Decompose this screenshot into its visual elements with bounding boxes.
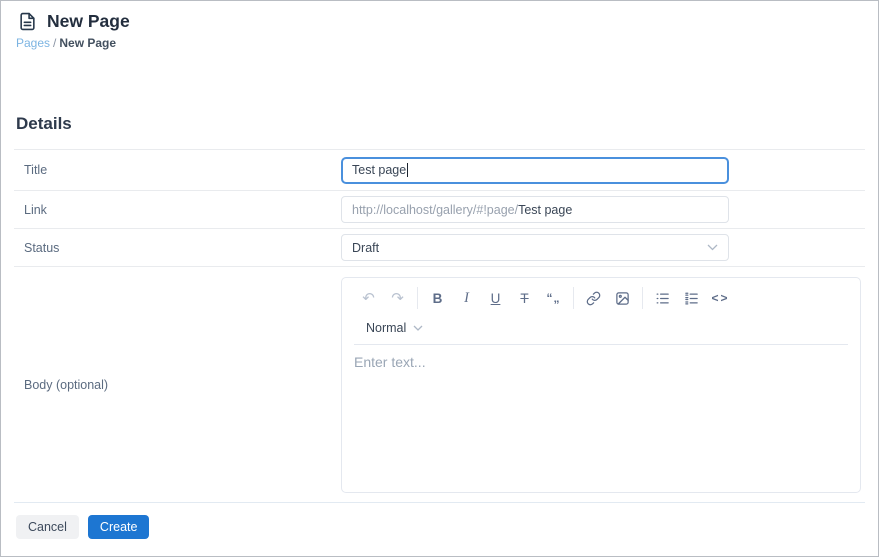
editor-placeholder: Enter text...: [354, 353, 426, 370]
body-row: Body (optional) ↶ ↷ B I U T “„ <> Normal…: [14, 266, 865, 503]
breadcrumb-separator: /: [53, 36, 57, 50]
file-text-icon: [18, 11, 37, 32]
undo-button[interactable]: ↶: [354, 286, 383, 310]
toolbar-divider: [642, 287, 643, 309]
new-page-screen: New Page Pages / New Page Details Title Te…: [0, 0, 879, 557]
details-heading: Details: [16, 114, 72, 133]
create-button[interactable]: Create: [87, 515, 150, 539]
link-prefix: http://localhost/gallery/#!page/: [352, 202, 519, 217]
status-select-value: Draft: [352, 240, 380, 255]
toolbar-divider: [417, 287, 418, 309]
page-header: New Page Pages / New Page: [1, 1, 878, 50]
link-value: Test page: [518, 202, 573, 217]
title-input[interactable]: Test page: [341, 156, 729, 184]
breadcrumb-link-pages[interactable]: Pages: [16, 36, 50, 50]
link-button[interactable]: [579, 286, 608, 310]
details-form: Title Test page Link http://localhost/ga…: [14, 149, 865, 503]
status-row: Status Draft: [14, 228, 865, 266]
ordered-list-icon: [685, 292, 698, 304]
toolbar-divider: [573, 287, 574, 309]
unordered-list-icon: [656, 293, 669, 303]
unordered-list-button[interactable]: [648, 286, 677, 310]
redo-button[interactable]: ↷: [383, 286, 412, 310]
editor-body-area[interactable]: Enter text...: [342, 345, 860, 485]
underline-button[interactable]: U: [481, 286, 510, 310]
title-label: Title: [24, 163, 48, 177]
page-title: New Page: [47, 11, 130, 31]
rich-text-editor: ↶ ↷ B I U T “„ <> Normal Enter text...: [341, 276, 861, 493]
form-actions: Cancel Create: [16, 515, 878, 539]
blockquote-button[interactable]: “„: [539, 286, 568, 310]
text-cursor: [407, 163, 409, 177]
breadcrumb-current: New Page: [59, 36, 117, 50]
link-row: Link http://localhost/gallery/#!page/Tes…: [14, 190, 865, 228]
cancel-button[interactable]: Cancel: [16, 515, 79, 539]
link-input[interactable]: http://localhost/gallery/#!page/Test pag…: [341, 196, 729, 223]
link-label: Link: [24, 202, 47, 217]
ordered-list-button[interactable]: [677, 286, 706, 310]
status-label: Status: [24, 240, 60, 255]
image-button[interactable]: [608, 286, 637, 310]
bold-button[interactable]: B: [423, 286, 452, 310]
status-select[interactable]: Draft: [341, 234, 729, 261]
format-dropdown-value: Normal: [366, 320, 407, 335]
title-row: Title Test page: [14, 149, 865, 190]
format-dropdown[interactable]: Normal: [342, 314, 860, 344]
chevron-down-icon: [413, 325, 423, 331]
chevron-down-icon: [707, 244, 718, 251]
strikethrough-button[interactable]: T: [510, 286, 539, 310]
body-label: Body (optional): [24, 377, 109, 392]
breadcrumb: Pages / New Page: [16, 36, 862, 50]
italic-button[interactable]: I: [452, 286, 481, 310]
code-button[interactable]: <>: [706, 286, 735, 310]
title-input-value: Test page: [352, 163, 407, 177]
image-icon: [616, 291, 629, 305]
editor-toolbar: ↶ ↷ B I U T “„ <>: [342, 278, 860, 314]
link-icon: [586, 291, 601, 305]
